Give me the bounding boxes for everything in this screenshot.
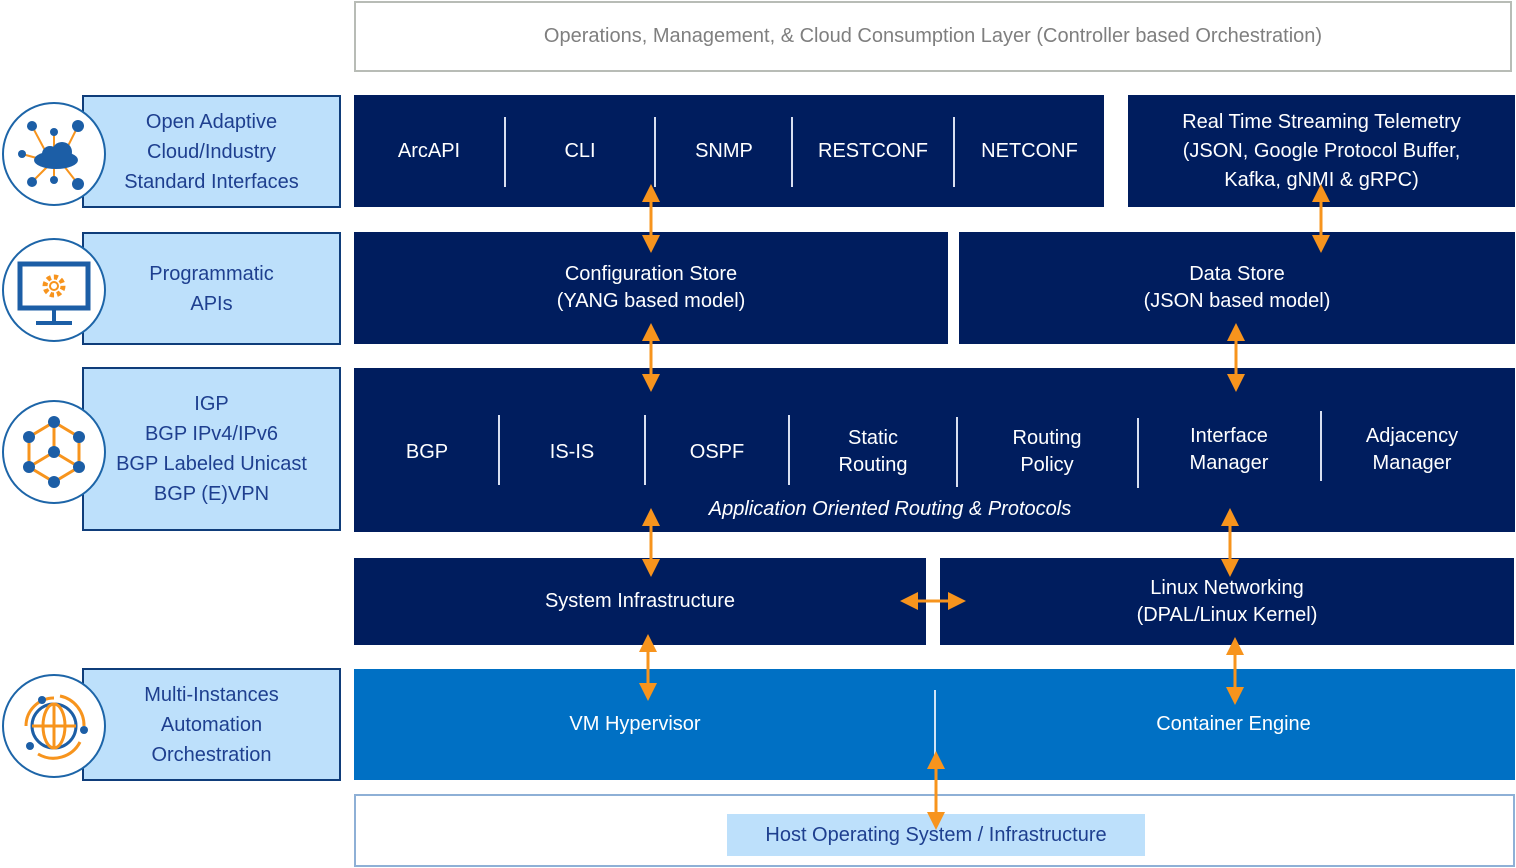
host-layer: Host Operating System / Infrastructure xyxy=(354,794,1515,867)
store-line: Configuration Store xyxy=(564,263,738,285)
routing-line: Policy xyxy=(1020,454,1074,476)
interfaces-block: ArcAPI CLI SNMP RESTCONF NETCONF xyxy=(354,95,1104,207)
sidebar-line: APIs xyxy=(190,292,233,315)
routing-static: Static Routing xyxy=(790,412,956,492)
sidebar-line: Programmatic xyxy=(149,262,274,285)
sidebar-line: BGP Labeled Unicast xyxy=(116,453,307,475)
routing-line: Manager xyxy=(1189,452,1269,474)
routing-caption: Application Oriented Routing & Protocols xyxy=(708,497,1072,520)
system-infrastructure-label: System Infrastructure xyxy=(544,590,736,612)
routing-line: Manager xyxy=(1372,452,1452,474)
telemetry-line: (JSON, Google Protocol Buffer, xyxy=(1182,139,1461,162)
telemetry-line: Real Time Streaming Telemetry xyxy=(1182,110,1461,133)
sidebar-item-interfaces: Open Adaptive Cloud/Industry Standard Inte… xyxy=(82,95,341,208)
linux-networking: Linux Networking (DPAL/Linux Kernel) xyxy=(940,558,1514,645)
interface-restconf: RESTCONF xyxy=(818,139,928,162)
sidebar-line: Standard Interfaces xyxy=(124,170,299,193)
telemetry-block: Real Time Streaming Telemetry (JSON, Goog… xyxy=(1128,95,1515,207)
monitor-gear-icon xyxy=(2,238,106,342)
sidebar-item-apis: Programmatic APIs xyxy=(82,232,341,345)
globe-orbit-icon xyxy=(2,674,106,778)
interface-cli: CLI xyxy=(564,139,596,162)
store-line: (JSON based model) xyxy=(1143,290,1331,312)
routing-block: BGP IS-IS OSPF Static Routing Routing Poli… xyxy=(354,368,1515,532)
container-engine: Container Engine xyxy=(1156,713,1311,735)
hexagon-network-icon xyxy=(2,400,106,504)
routing-adjacency-manager: Adjacency Manager xyxy=(1322,410,1502,490)
cloud-network-icon xyxy=(2,102,106,206)
routing-ospf: OSPF xyxy=(646,412,788,492)
interface-snmp: SNMP xyxy=(695,139,753,162)
linux-line: (DPAL/Linux Kernel) xyxy=(1136,603,1318,626)
sidebar-line: BGP IPv4/IPv6 xyxy=(144,423,278,445)
store-line: Data Store xyxy=(1189,263,1285,285)
routing-line: Routing xyxy=(1012,427,1082,449)
sidebar-item-routing: IGP BGP IPv4/IPv6 BGP Labeled Unicast BGP (… xyxy=(82,367,341,531)
routing-isis: IS-IS xyxy=(500,412,644,492)
routing-line: Static xyxy=(847,427,899,449)
sidebar-line: BGP (E)VPN xyxy=(153,483,270,505)
telemetry-line: Kafka, gNMI & gRPC) xyxy=(1224,168,1419,191)
routing-line: OSPF xyxy=(689,440,745,463)
linux-line: Linux Networking xyxy=(1150,576,1304,599)
routing-line: Adjacency xyxy=(1365,425,1459,447)
sidebar-line: Automation xyxy=(160,713,263,736)
vm-hypervisor: VM Hypervisor xyxy=(569,713,701,735)
routing-line: IS-IS xyxy=(549,440,595,463)
sidebar-line: Multi-Instances xyxy=(144,683,279,706)
routing-bgp: BGP xyxy=(354,412,500,492)
interface-arcapi: ArcAPI xyxy=(397,139,461,162)
interface-netconf: NETCONF xyxy=(981,139,1078,162)
system-infrastructure: System Infrastructure xyxy=(354,558,926,645)
sidebar-line: Cloud/Industry xyxy=(147,140,276,163)
routing-policy: Routing Policy xyxy=(958,412,1136,492)
routing-line: Routing xyxy=(838,454,908,476)
sidebar-item-orchestration: Multi-Instances Automation Orchestration xyxy=(82,668,341,781)
host-label: Host Operating System / Infrastructure xyxy=(765,823,1107,846)
store-line: (YANG based model) xyxy=(556,290,746,312)
virtualization-block: VM Hypervisor Container Engine xyxy=(354,669,1515,780)
configuration-store: Configuration Store (YANG based model) xyxy=(354,232,948,344)
sidebar-line: Open Adaptive xyxy=(145,110,278,133)
host-label-box: Host Operating System / Infrastructure xyxy=(727,814,1145,856)
operations-layer: Operations, Management, & Cloud Consumpt… xyxy=(354,1,1512,72)
sidebar-line: Orchestration xyxy=(151,743,272,766)
routing-interface-manager: Interface Manager xyxy=(1139,410,1319,490)
operations-layer-label: Operations, Management, & Cloud Consumpt… xyxy=(543,25,1323,47)
routing-line: BGP xyxy=(405,440,449,463)
data-store: Data Store (JSON based model) xyxy=(959,232,1515,344)
sidebar-line: IGP xyxy=(194,393,229,415)
routing-line: Interface xyxy=(1190,425,1268,447)
